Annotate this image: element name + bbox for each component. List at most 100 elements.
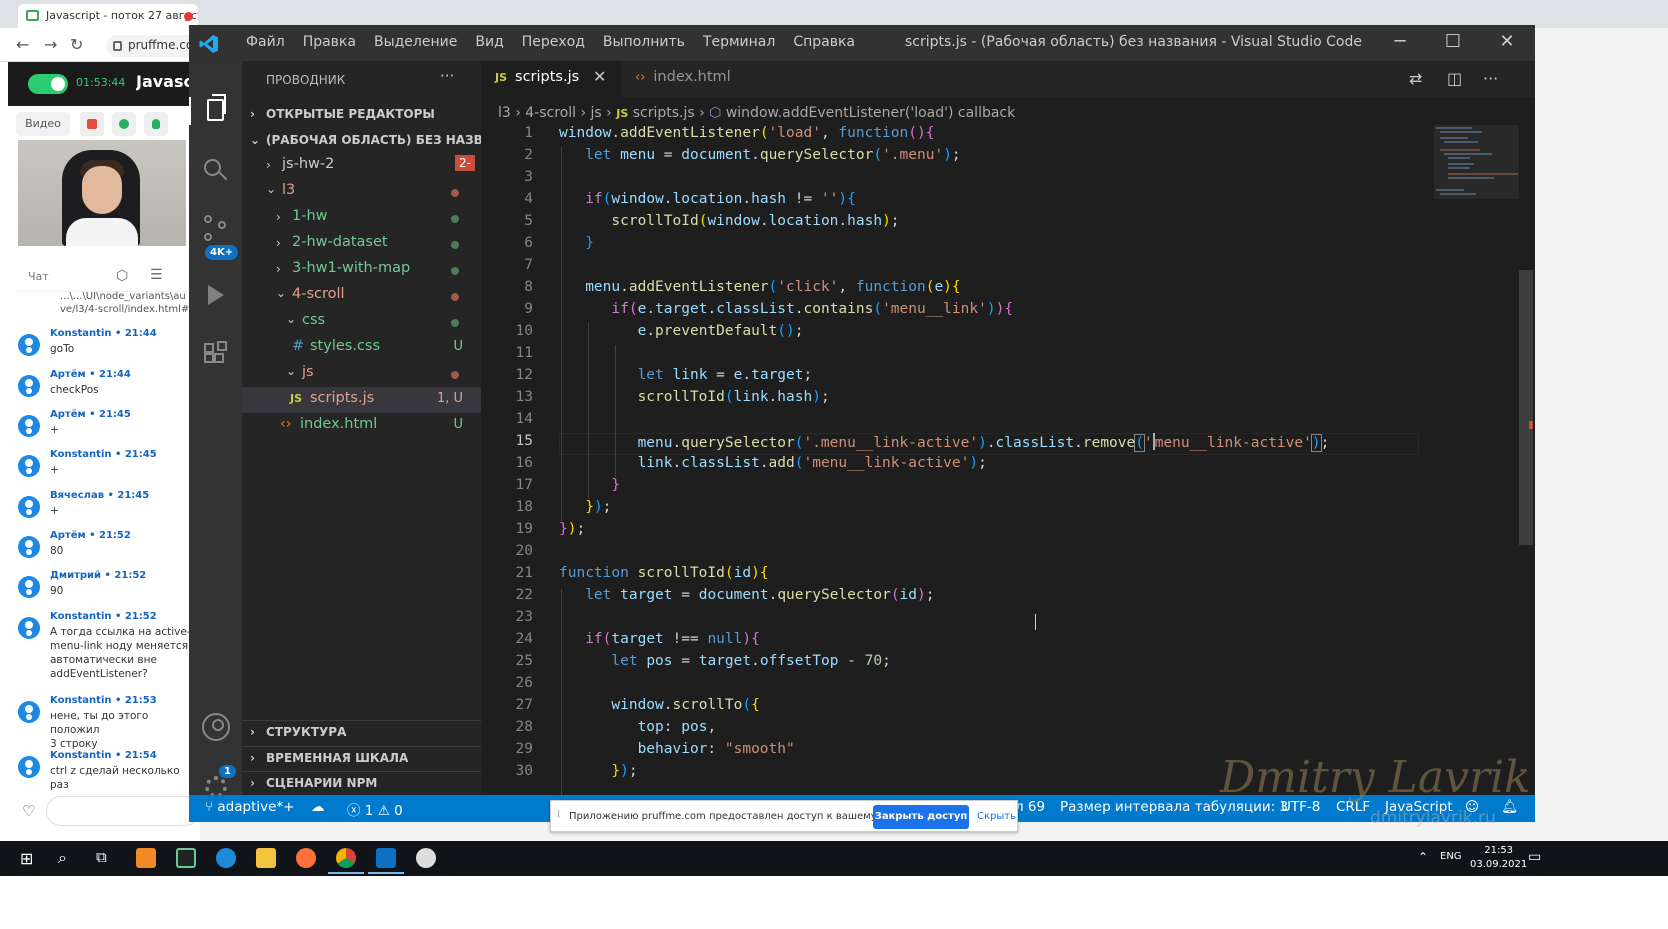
outline-section[interactable]: › СТРУКТУРА [242,720,481,744]
vscode-window: Файл Правка Выделение Вид Переход Выполн… [189,25,1535,822]
problems-indicator[interactable]: ⓧ 1 ⚠ 0 [347,799,403,819]
drag-handle-icon[interactable]: ⁞ [557,809,560,820]
tree-item-js[interactable]: ⌄ js [242,361,481,387]
menu-run[interactable]: Выполнить [594,25,694,61]
split-editor-icon[interactable]: ◫ [1447,69,1462,88]
tab-index-html[interactable]: ‹› index.html [621,61,757,97]
open-changes-icon[interactable]: ⇄ [1409,69,1422,88]
tab-scripts-js[interactable]: JS scripts.js ✕ [481,61,621,97]
task-view-icon[interactable]: ⧉ [96,848,107,866]
record-button[interactable] [80,112,104,136]
editor-scrollbar[interactable] [1519,125,1533,795]
editor-more-icon[interactable]: ··· [1483,69,1498,88]
workspace-section[interactable]: ⌄ (РАБОЧАЯ ОБЛАСТЬ) БЕЗ НАЗВ... [242,129,481,153]
run-debug-icon[interactable] [202,281,230,309]
search-icon[interactable] [202,157,230,185]
menu-go[interactable]: Переход [513,25,594,61]
chrome-icon[interactable] [336,848,356,868]
file-explorer-icon[interactable] [256,848,276,868]
explorer-icon[interactable] [189,94,242,125]
tree-item-index-html[interactable]: ‹› index.html U [242,413,481,439]
windows-start-icon[interactable]: ⊞ [20,849,33,868]
cube-icon[interactable]: ⬡ [116,268,128,284]
app-icon[interactable] [176,848,196,868]
microphone-button[interactable] [144,112,168,136]
line-number: 9 [524,301,533,317]
menu-selection[interactable]: Выделение [365,25,466,61]
hide-button[interactable]: Скрыть [977,811,1016,822]
back-icon[interactable]: ← [16,35,29,54]
tree-item-3-hw1-with-map[interactable]: › 3-hw1-with-map [242,257,481,283]
tree-item-1-hw[interactable]: › 1-hw [242,205,481,231]
code-editor[interactable]: 1 2 3 4 5 6 7 8 9 10 11 12 13 14 15 16 17 18 19 20 21 22 23 24 2… [481,125,1421,795]
sync-icon[interactable]: ☁ [311,799,325,815]
extensions-icon[interactable] [202,341,230,369]
npm-scripts-section[interactable]: › СЦЕНАРИИ NPM [242,771,481,795]
chat-author: Дмитрий • 21:52 [50,570,147,581]
menu-edit[interactable]: Правка [294,25,365,61]
line-number: 7 [524,257,533,273]
share-text: Приложению pruffme.com предоставлен дост… [569,811,920,822]
timeline-section[interactable]: › ВРЕМЕННАЯ ШКАЛА [242,746,481,770]
breadcrumb-item[interactable]: window.addEventListener('load') callback [726,105,1015,121]
tray-chevron-icon[interactable]: ⌃ [1418,850,1428,864]
user-avatar-icon [18,701,40,723]
camera-button[interactable] [112,112,136,136]
heart-icon[interactable]: ♡ [22,802,35,820]
mouse-ibeam-cursor [1035,614,1036,630]
notification-center-icon[interactable]: ▭ [1528,849,1541,865]
user-avatar-icon [18,375,40,397]
breadcrumb-item[interactable]: js [591,105,602,121]
sublime-text-icon[interactable] [136,848,156,868]
search-taskbar-icon[interactable]: ⌕ [58,848,67,868]
modified-dot-icon [451,293,459,301]
open-editors-section[interactable]: › ОТКРЫТЫЕ РЕДАКТОРЫ [242,103,481,127]
reload-icon[interactable]: ↻ [70,35,83,54]
stop-sharing-button[interactable]: Закрыть доступ [873,805,969,829]
tree-item-2-hw-dataset[interactable]: › 2-hw-dataset [242,231,481,257]
more-actions-icon[interactable]: ··· [440,67,454,85]
close-tab-icon[interactable]: ✕ [593,67,606,86]
menu-file[interactable]: Файл [237,25,294,61]
breadcrumb-item[interactable]: 4-scroll [525,105,576,121]
tree-item-l3[interactable]: ⌄ l3 [242,179,481,205]
menu-view[interactable]: Вид [466,25,512,61]
close-window-icon[interactable]: ✕ [1481,25,1533,61]
maximize-icon[interactable]: ☐ [1427,25,1479,61]
menu-terminal[interactable]: Терминал [694,25,784,61]
tree-item-js-hw-2[interactable]: › js-hw-2 2- [242,153,481,179]
address-bar[interactable]: pruffme.com [106,35,200,57]
active-indicator [328,872,364,874]
chat-input[interactable] [46,796,200,826]
broadcast-toggle[interactable] [28,74,68,94]
minimap[interactable] [1434,125,1519,795]
account-icon[interactable] [202,713,230,741]
menu-icon[interactable]: ☰ [150,267,163,283]
forward-icon[interactable]: → [44,35,57,54]
edge-icon[interactable] [216,848,236,868]
breadcrumb-item[interactable]: l3 [498,105,511,121]
vscode-taskbar-icon[interactable] [376,848,396,868]
app-icon[interactable] [416,848,436,868]
input-language[interactable]: ENG [1440,851,1462,862]
tree-item-css[interactable]: ⌄ css [242,309,481,335]
git-branch[interactable]: ⑂ adaptive*+ [205,799,295,815]
cursor-position[interactable]: л 69 [1015,799,1045,815]
breadcrumb-item[interactable]: scripts.js [633,105,695,121]
browser-tab[interactable]: Javascript - поток 27 августа [18,4,198,28]
tab-favicon-icon [26,10,39,21]
minimize-icon[interactable]: ─ [1374,25,1426,61]
clock[interactable]: 21:53 03.09.2021 [1470,844,1527,872]
user-avatar-icon [18,455,40,477]
tree-status: U [453,339,463,354]
tree-item-styles-css[interactable]: # styles.css U [242,335,481,361]
tree-item-scripts-js[interactable]: JS scripts.js 1, U [242,387,481,413]
source-control-icon[interactable] [202,215,230,243]
chat-tab[interactable]: Чат [28,270,49,283]
tree-item-4-scroll[interactable]: ⌄ 4-scroll [242,283,481,309]
menu-help[interactable]: Справка [784,25,864,61]
firefox-icon[interactable] [296,848,316,868]
js-file-icon: JS [495,71,508,84]
chat-author: Вячеслав • 21:45 [50,490,150,501]
chat-text: 90 [50,585,64,597]
